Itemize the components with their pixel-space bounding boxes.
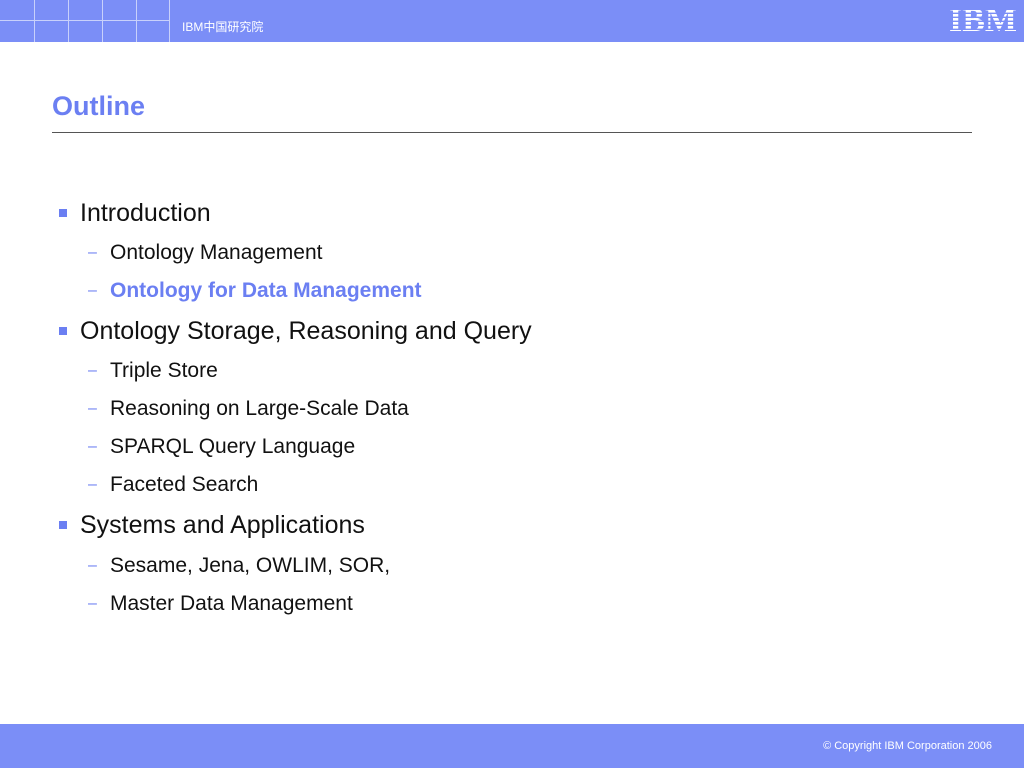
outline-item-text: Faceted Search: [110, 473, 259, 496]
outline-item-text: Systems and Applications: [80, 511, 365, 539]
dash-bullet-icon: –: [88, 282, 97, 299]
dash-bullet-icon: –: [88, 476, 97, 493]
dash-bullet-icon: –: [88, 362, 97, 379]
dash-bullet-icon: –: [88, 400, 97, 417]
outline-item-text: Introduction: [80, 199, 211, 227]
square-bullet-icon: [59, 521, 67, 529]
copyright-text: © Copyright IBM Corporation 2006: [823, 740, 992, 752]
outline-item-text: Reasoning on Large-Scale Data: [110, 397, 409, 420]
outline-item-text: Ontology for Data Management: [110, 279, 422, 302]
dash-bullet-icon: –: [88, 595, 97, 612]
outline-item-text: Master Data Management: [110, 592, 353, 615]
footer-bar: © Copyright IBM Corporation 2006: [0, 724, 1024, 768]
square-bullet-icon: [59, 209, 67, 217]
outline-list: Introduction – Ontology Management – Ontolog…: [0, 0, 1024, 768]
dash-bullet-icon: –: [88, 438, 97, 455]
dash-bullet-icon: –: [88, 244, 97, 261]
dash-bullet-icon: –: [88, 557, 97, 574]
square-bullet-icon: [59, 327, 67, 335]
outline-item-text: Ontology Storage, Reasoning and Query: [80, 317, 532, 345]
outline-item-text: SPARQL Query Language: [110, 435, 356, 458]
outline-item-text: Sesame, Jena, OWLIM, SOR,: [110, 554, 391, 577]
outline-item-text: Triple Store: [110, 359, 218, 382]
outline-item-text: Ontology Management: [110, 241, 323, 264]
